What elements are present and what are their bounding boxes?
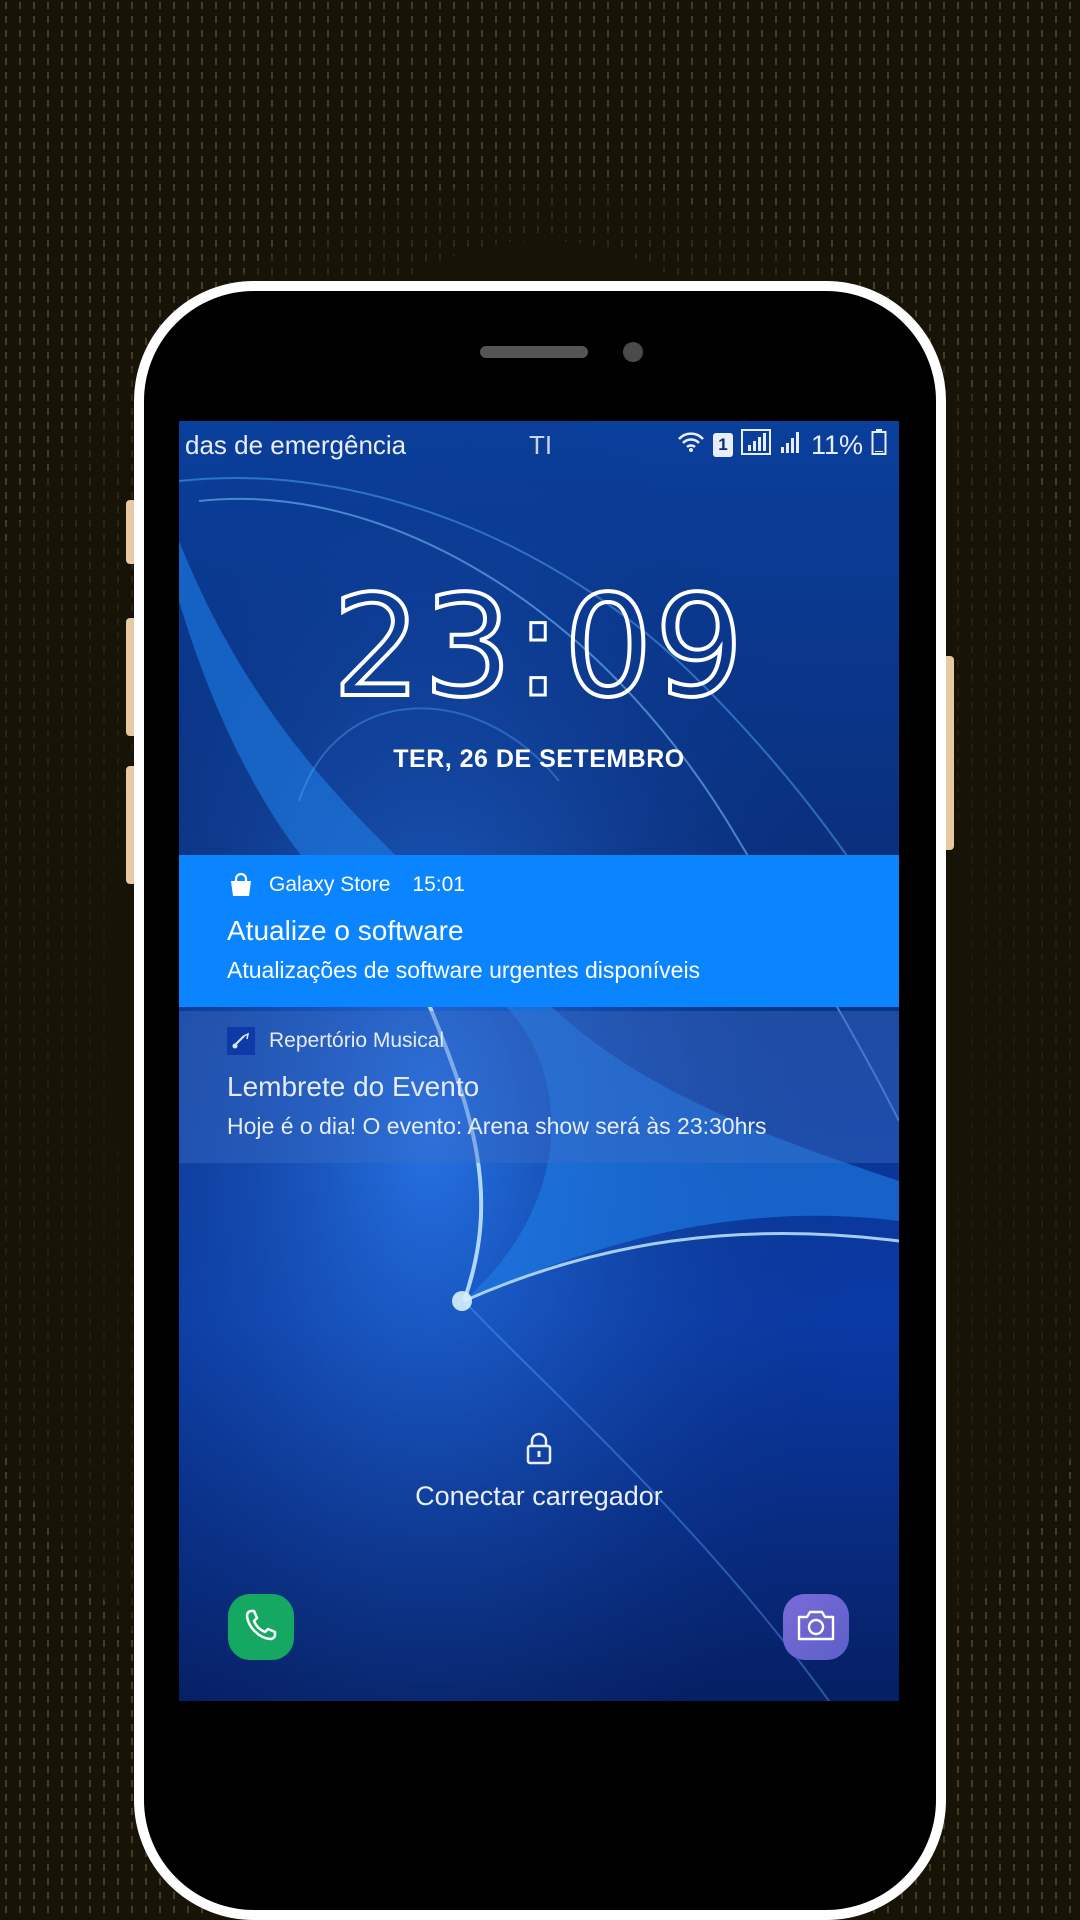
status-icons: 1 11% (677, 428, 887, 463)
carrier-label: das de emergência (185, 430, 407, 460)
shopping-bag-icon (227, 871, 255, 899)
lock-date: TER, 26 DE SETEMBRO (393, 745, 685, 773)
clock-separator: : (513, 565, 564, 731)
lock-icon (524, 1431, 554, 1470)
phone-icon (241, 1605, 281, 1650)
music-app-icon (227, 1027, 255, 1055)
notification-repertorio-musical[interactable]: Repertório Musical Lembrete do Evento Ho… (179, 1011, 899, 1163)
notification-header: Repertório Musical (227, 1027, 444, 1055)
lock-screen: das de emergência TI 1 11% 23:09 TER, 26… (179, 421, 899, 1701)
notification-time: 15:01 (412, 873, 465, 896)
notification-body: Atualizações de software urgentes dispon… (227, 957, 701, 983)
notification-header: Galaxy Store 15:01 (227, 871, 465, 899)
notification-body: Hoje é o dia! O evento: Arena show será … (227, 1113, 767, 1139)
status-bar: das de emergência TI 1 11% (179, 421, 899, 471)
charger-message: Conectar carregador (415, 1481, 663, 1511)
sim-slot-badge: 1 (712, 433, 733, 457)
camera-icon (795, 1607, 837, 1648)
notification-galaxy-store[interactable]: Galaxy Store 15:01 Atualize o software A… (179, 855, 899, 1007)
lock-clock: 23:09 (179, 564, 899, 731)
carrier-label-secondary: TI (529, 430, 553, 460)
battery-percent: 11% (810, 429, 863, 460)
notification-app-name: Galaxy Store (269, 873, 391, 896)
phone-shortcut-button[interactable] (228, 1594, 294, 1660)
wifi-icon (677, 430, 705, 461)
clock-minutes: 09 (562, 564, 746, 731)
signal-strength-icon (740, 428, 771, 462)
notification-title: Atualize o software (227, 915, 464, 946)
signal-strength-icon-2 (779, 429, 803, 462)
battery-icon (871, 428, 887, 463)
notification-title: Lembrete do Evento (227, 1071, 480, 1102)
phone-speaker (480, 346, 588, 358)
clock-hours: 23 (330, 564, 515, 731)
notification-app-name: Repertório Musical (269, 1029, 445, 1052)
front-camera (623, 342, 643, 362)
unlock-area (179, 1431, 899, 1470)
camera-shortcut-button[interactable] (783, 1594, 849, 1660)
